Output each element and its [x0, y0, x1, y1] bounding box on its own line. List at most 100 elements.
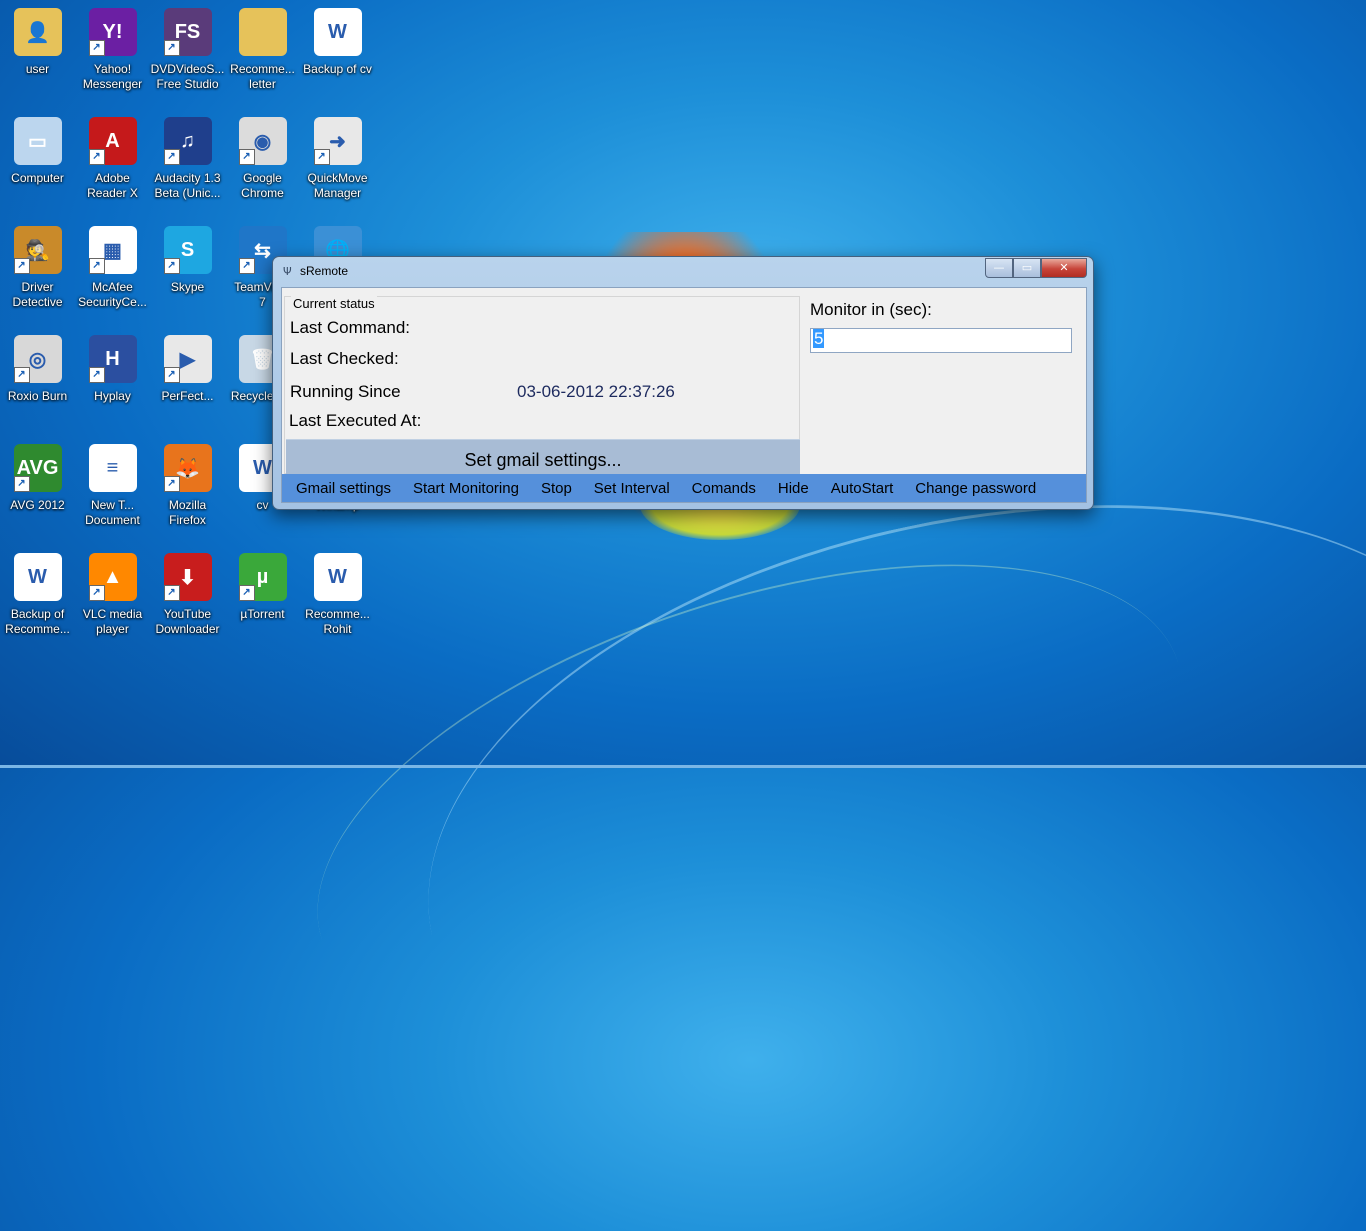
desktop-icon-label: Google Chrome	[241, 171, 284, 200]
shortcut-arrow-icon: ↗	[163, 585, 180, 601]
monitor-interval-value: 5	[813, 329, 825, 348]
shortcut-arrow-icon: ↗	[163, 367, 180, 383]
desktop-icon-label: Recomme... letter	[230, 62, 295, 91]
desktop-icon-label: Computer	[11, 171, 64, 185]
desktop-icon-label: Audacity 1.3 Beta (Unic...	[154, 171, 221, 200]
desktop-icon-label: VLC media player	[82, 607, 143, 636]
roxio-burn-icon: ◎ ↗	[13, 335, 62, 383]
shortcut-arrow-icon: ↗	[238, 585, 255, 601]
menu-item[interactable]: Gmail settings	[282, 480, 402, 497]
adobe-reader-icon: A ↗	[88, 117, 137, 165]
app-icon: Ψ	[283, 265, 292, 278]
desktop-icon[interactable]: ➜ ↗ QuickMove Manager	[300, 113, 375, 213]
desktop-icon[interactable]: ◉ ↗ Google Chrome	[225, 113, 300, 213]
shortcut-arrow-icon: ↗	[163, 149, 180, 165]
desktop-icon[interactable]: ▶ ↗ PerFect...	[150, 331, 225, 431]
desktop-icon[interactable]: Y! ↗ Yahoo! Messenger	[75, 4, 150, 104]
desktop-icon[interactable]: S ↗ Skype	[150, 222, 225, 322]
menu-item[interactable]: Set Interval	[583, 480, 681, 497]
window-controls: — ▭ ✕	[985, 258, 1087, 278]
bottom-menu-bar: Gmail settings Start Monitoring Stop Set In…	[282, 474, 1086, 502]
utorrent-icon: µ ↗	[238, 553, 287, 601]
desktop-icon-label: YouTube Downloader	[155, 607, 220, 636]
minimize-button[interactable]: —	[985, 258, 1013, 278]
desktop-icon[interactable]: AVG ↗ AVG 2012	[0, 440, 75, 540]
desktop-icon[interactable]: 👤 user	[0, 4, 75, 104]
perfect-video-icon: ▶ ↗	[163, 335, 212, 383]
yahoo-messenger-icon: Y! ↗	[88, 8, 137, 56]
audacity-icon: ♫ ↗	[163, 117, 212, 165]
window-titlebar[interactable]: Ψ sRemote — ▭ ✕	[273, 257, 1093, 285]
shortcut-arrow-icon: ↗	[163, 476, 180, 492]
monitor-interval-input[interactable]: 5	[810, 328, 1072, 353]
desktop-icon-label: Mozilla Firefox	[168, 498, 207, 527]
desktop-icon-label: Skype	[170, 280, 205, 294]
shortcut-arrow-icon: ↗	[238, 258, 255, 274]
mcafee-icon: ▦ ↗	[88, 226, 137, 274]
text-document-icon: ≡	[88, 444, 137, 492]
desktop-icon[interactable]: A ↗ Adobe Reader X	[75, 113, 150, 213]
menu-item[interactable]: AutoStart	[820, 480, 905, 497]
close-button[interactable]: ✕	[1041, 258, 1087, 278]
shortcut-arrow-icon: ↗	[13, 367, 30, 383]
word-document-icon: W	[13, 553, 62, 601]
desktop-icon[interactable]: ▭ Computer	[0, 113, 75, 213]
desktop-icon[interactable]: W Backup of Recomme...	[0, 549, 75, 649]
desktop-icon-label: Driver Detective	[12, 280, 63, 309]
last-checked-label: Last Checked:	[290, 349, 399, 368]
desktop-icon-label: DVDVideoS... Free Studio	[150, 62, 225, 91]
hyplay-icon: H ↗	[88, 335, 137, 383]
shortcut-arrow-icon: ↗	[13, 258, 30, 274]
desktop-icon[interactable]: Recomme... letter	[225, 4, 300, 104]
desktop-icon-label: AVG 2012	[10, 498, 65, 512]
last-executed-label: Last Executed At:	[289, 411, 422, 430]
shortcut-arrow-icon: ↗	[88, 258, 105, 274]
desktop-icon[interactable]: ⬇ ↗ YouTube Downloader	[150, 549, 225, 649]
desktop-icon[interactable]: FS ↗ DVDVideoS... Free Studio	[150, 4, 225, 104]
last-command-label: Last Command:	[290, 318, 410, 337]
desktop-icon[interactable]: 🕵 ↗ Driver Detective	[0, 222, 75, 322]
shortcut-arrow-icon: ↗	[238, 149, 255, 165]
desktop-icon[interactable]: H ↗ Hyplay	[75, 331, 150, 431]
monitor-interval-label: Monitor in (sec):	[810, 300, 932, 319]
word-document-icon: W	[313, 553, 362, 601]
desktop-icon[interactable]: ◎ ↗ Roxio Burn	[0, 331, 75, 431]
running-since-label: Running Since	[290, 382, 401, 401]
current-status-group: Current status Last Command: Last Checke…	[284, 296, 800, 481]
menu-item[interactable]: Change password	[904, 480, 1047, 497]
window-client-area: Current status Last Command: Last Checke…	[281, 287, 1087, 503]
desktop-icon[interactable]: ≡ New T... Document	[75, 440, 150, 540]
desktop-icon-label: Yahoo! Messenger	[82, 62, 143, 91]
shortcut-arrow-icon: ↗	[313, 149, 330, 165]
menu-item[interactable]: Stop	[530, 480, 583, 497]
shortcut-arrow-icon: ↗	[163, 258, 180, 274]
shortcut-arrow-icon: ↗	[88, 585, 105, 601]
menu-item[interactable]: Start Monitoring	[402, 480, 530, 497]
sremote-window[interactable]: Ψ sRemote — ▭ ✕ Current status Last Comm…	[272, 256, 1094, 510]
driver-detective-icon: 🕵 ↗	[13, 226, 62, 274]
desktop-icon[interactable]: ♫ ↗ Audacity 1.3 Beta (Unic...	[150, 113, 225, 213]
youtube-downloader-icon: ⬇ ↗	[163, 553, 212, 601]
vlc-icon: ▲ ↗	[88, 553, 137, 601]
menu-item[interactable]: Comands	[681, 480, 767, 497]
firefox-icon: 🦊 ↗	[163, 444, 212, 492]
desktop-icon[interactable]: ▦ ↗ McAfee SecurityCe...	[75, 222, 150, 322]
shortcut-arrow-icon: ↗	[13, 476, 30, 492]
desktop-icon-label: Backup of cv	[303, 62, 372, 76]
desktop-icon[interactable]: 🦊 ↗ Mozilla Firefox	[150, 440, 225, 540]
desktop-icon[interactable]: µ ↗ µTorrent	[225, 549, 300, 649]
folder-icon	[238, 8, 287, 56]
desktop-icon-label: Recomme... Rohit	[305, 607, 370, 636]
maximize-button[interactable]: ▭	[1013, 258, 1041, 278]
desktop-icon[interactable]: ▲ ↗ VLC media player	[75, 549, 150, 649]
desktop-icon[interactable]: W Backup of cv	[300, 4, 375, 104]
desktop-icon-label: New T... Document	[85, 498, 140, 527]
shortcut-arrow-icon: ↗	[88, 149, 105, 165]
desktop-icon[interactable]: W Recomme... Rohit	[300, 549, 375, 649]
desktop-icon-label: Hyplay	[94, 389, 131, 403]
shortcut-arrow-icon: ↗	[163, 40, 180, 56]
desktop-icon-label: PerFect...	[161, 389, 214, 403]
dvdvideosoft-icon: FS ↗	[163, 8, 212, 56]
menu-item[interactable]: Hide	[767, 480, 820, 497]
running-since-value: 03-06-2012 22:37:26	[517, 382, 675, 401]
